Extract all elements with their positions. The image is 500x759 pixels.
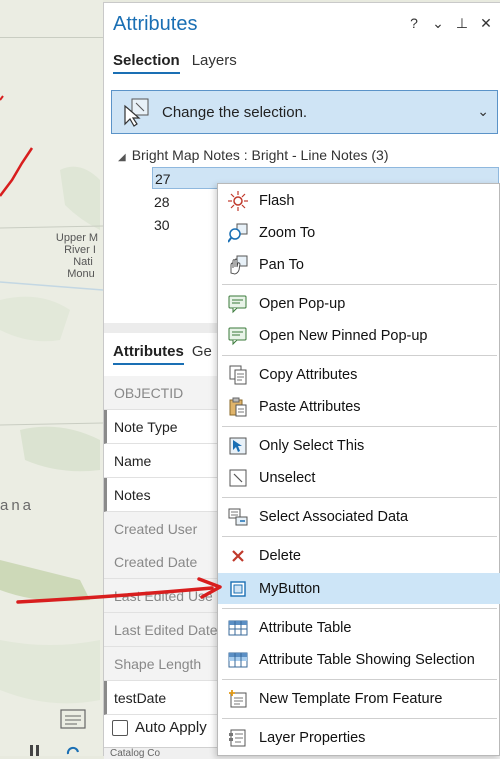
menu-item-only-select-this[interactable]: Only Select This bbox=[218, 430, 500, 461]
select-this-icon bbox=[227, 435, 249, 457]
pan-to-icon bbox=[227, 254, 249, 276]
menu-item-new-template-from-feature[interactable]: New Template From Feature bbox=[218, 683, 500, 714]
map-label-state: ana bbox=[0, 497, 35, 514]
menu-item-layer-properties[interactable]: Layer Properties bbox=[218, 722, 500, 753]
menu-item-label: Open New Pinned Pop-up bbox=[259, 327, 428, 344]
popup-icon bbox=[227, 293, 249, 315]
menu-item-label: Copy Attributes bbox=[259, 366, 358, 383]
map-label-upper: Upper M bbox=[55, 232, 99, 244]
menu-item-pan-to[interactable]: Pan To bbox=[218, 249, 500, 280]
tab-geometry[interactable]: Ge bbox=[192, 343, 212, 365]
menu-separator bbox=[222, 718, 497, 719]
map-view[interactable]: Upper M River I Nati Monu ana bbox=[0, 0, 103, 756]
associated-data-icon bbox=[227, 506, 249, 528]
selection-dropdown-label: Change the selection. bbox=[162, 103, 308, 121]
copy-icon bbox=[227, 364, 249, 386]
menu-separator bbox=[222, 426, 497, 427]
pane-title: Attributes bbox=[113, 13, 198, 35]
menu-item-label: New Template From Feature bbox=[259, 690, 443, 707]
template-icon bbox=[227, 688, 249, 710]
menu-separator bbox=[222, 536, 497, 537]
select-cursor-icon bbox=[122, 97, 152, 127]
menu-item-label: Only Select This bbox=[259, 437, 365, 454]
menu-separator bbox=[222, 355, 497, 356]
help-icon[interactable]: ? bbox=[406, 15, 422, 32]
dropdown-chevron-icon: ⌄ bbox=[477, 103, 489, 119]
auto-apply-option[interactable]: Auto Apply bbox=[112, 719, 207, 736]
pane-tabs: Selection Layers bbox=[113, 52, 237, 74]
menu-item-attribute-table[interactable]: Attribute Table bbox=[218, 612, 500, 643]
flash-icon bbox=[227, 190, 249, 212]
pinned-popup-icon bbox=[227, 325, 249, 347]
menu-item-open-popup[interactable]: Open Pop-up bbox=[218, 288, 500, 319]
menu-item-paste-attributes[interactable]: Paste Attributes bbox=[218, 391, 500, 422]
menu-item-label: Delete bbox=[259, 547, 301, 564]
pane-controls: ? ⌄ ⊥ ✕ bbox=[406, 15, 494, 32]
menu-item-zoom-to[interactable]: Zoom To bbox=[218, 217, 500, 248]
tree-layer-node[interactable]: ◢ Bright Map Notes : Bright - Line Notes … bbox=[118, 147, 388, 163]
pin-icon[interactable]: ⊥ bbox=[454, 15, 470, 32]
menu-item-attribute-table-showing-selection[interactable]: Attribute Table Showing Selection bbox=[218, 644, 500, 675]
auto-apply-label: Auto Apply bbox=[135, 719, 207, 736]
menu-item-label: Layer Properties bbox=[259, 729, 366, 746]
paste-icon bbox=[227, 396, 249, 418]
layer-properties-icon bbox=[227, 727, 249, 749]
annotation-arrow-icon bbox=[16, 577, 222, 604]
menu-item-copy-attributes[interactable]: Copy Attributes bbox=[218, 359, 500, 390]
tree-layer-label: Bright Map Notes : Bright - Line Notes (… bbox=[131, 147, 389, 163]
feature-context-menu: Flash Zoom To Pan To Open Pop-up Open Ne… bbox=[217, 183, 500, 756]
zoom-to-icon bbox=[227, 222, 249, 244]
table-selection-icon bbox=[227, 649, 249, 671]
menu-item-flash[interactable]: Flash bbox=[218, 185, 500, 216]
tab-selection[interactable]: Selection bbox=[113, 52, 180, 74]
chevron-down-icon[interactable]: ⌄ bbox=[430, 15, 446, 32]
unselect-icon bbox=[227, 467, 249, 489]
close-icon[interactable]: ✕ bbox=[478, 15, 494, 32]
menu-item-label: Pan To bbox=[259, 256, 304, 273]
map-label-river: River I bbox=[64, 244, 96, 256]
tab-layers[interactable]: Layers bbox=[192, 52, 237, 74]
menu-item-mybutton[interactable]: MyButton bbox=[218, 573, 500, 604]
menu-item-label: Open Pop-up bbox=[259, 295, 346, 312]
menu-item-label: Unselect bbox=[259, 469, 316, 486]
menu-separator bbox=[222, 608, 497, 609]
menu-item-label: Attribute Table bbox=[259, 619, 352, 636]
menu-item-open-new-pinned-popup[interactable]: Open New Pinned Pop-up bbox=[218, 320, 500, 351]
attribute-tabs: Attributes Ge bbox=[113, 343, 212, 365]
menu-item-select-associated-data[interactable]: Select Associated Data bbox=[218, 501, 500, 532]
map-label-monu: Monu bbox=[67, 268, 95, 280]
map-label-nati: Nati bbox=[73, 256, 93, 268]
menu-item-label: Attribute Table Showing Selection bbox=[259, 651, 475, 668]
table-icon bbox=[227, 617, 249, 639]
menu-item-delete[interactable]: Delete bbox=[218, 540, 500, 571]
menu-item-label: Zoom To bbox=[259, 224, 316, 241]
delete-icon bbox=[227, 545, 249, 567]
change-selection-dropdown[interactable]: Change the selection. ⌄ bbox=[111, 90, 498, 134]
menu-item-label: MyButton bbox=[259, 580, 321, 597]
menu-item-unselect[interactable]: Unselect bbox=[218, 462, 500, 493]
menu-separator bbox=[222, 284, 497, 285]
menu-item-label: Select Associated Data bbox=[259, 508, 409, 525]
auto-apply-checkbox[interactable] bbox=[112, 719, 128, 736]
menu-separator bbox=[222, 497, 497, 498]
tab-attributes[interactable]: Attributes bbox=[113, 343, 184, 365]
menu-item-label: Paste Attributes bbox=[259, 398, 361, 415]
menu-separator bbox=[222, 679, 497, 680]
map-tool-icon[interactable] bbox=[58, 706, 88, 732]
collapse-triangle-icon[interactable]: ◢ bbox=[118, 152, 126, 163]
menu-item-label: Flash bbox=[259, 192, 295, 209]
